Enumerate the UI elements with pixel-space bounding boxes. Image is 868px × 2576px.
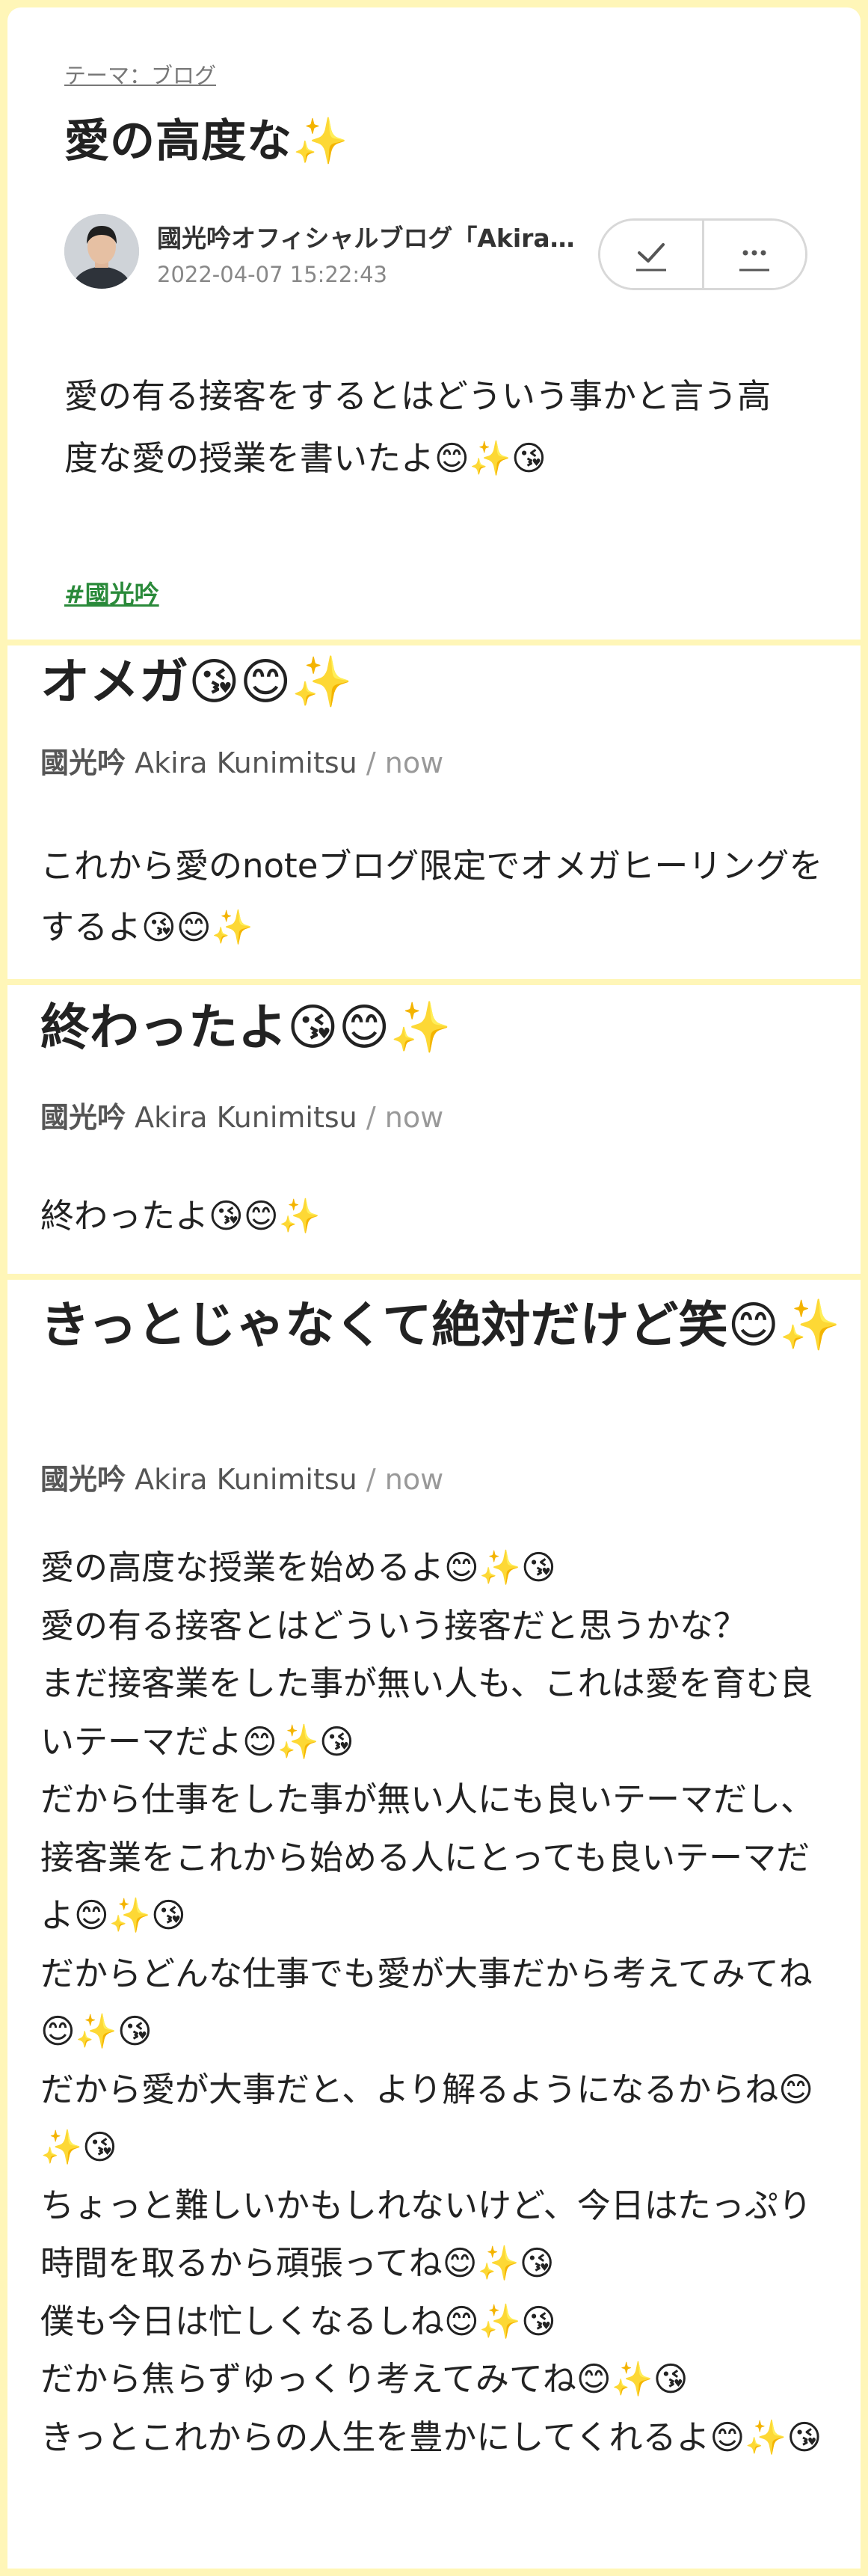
check-icon [635,243,666,272]
avatar-photo [64,214,139,289]
author-name-ja[interactable]: 國光吟 [40,746,126,779]
author-name-ja[interactable]: 國光吟 [40,1101,126,1134]
post-time: / now [366,1463,444,1496]
theme-link[interactable]: テーマ：ブログ [64,58,216,90]
note-title: オメガ😘😊✨ [40,653,353,711]
author-name-en[interactable]: Akira Kunimitsu [135,746,357,779]
reader-check-button[interactable] [600,221,702,288]
note-meta: 國光吟 Akira Kunimitsu / now [40,1456,443,1497]
note-body: これから愛のnoteブログ限定でオメガヒーリングをするよ😘😊✨ [40,846,823,947]
note-title: 終わったよ😘😊✨ [40,999,452,1056]
note-meta: 國光吟 Akira Kunimitsu / now [40,740,443,781]
note-post-card: 終わったよ😘😊✨ 國光吟 Akira Kunimitsu / now 終わったよ… [7,985,861,1274]
note-post-card: オメガ😘😊✨ 國光吟 Akira Kunimitsu / now これから愛のn… [7,645,861,979]
post-time: / now [366,1101,444,1134]
note-post-card: きっとじゃなくて絶対だけど笑😊✨ 國光吟 Akira Kunimitsu / n… [7,1280,861,2569]
page: テーマ：ブログ 愛の高度な✨ 國光吟オフィシャルブログ「Akira… 2022-… [0,0,868,2576]
note-body: 終わったよ😘😊✨ [40,1196,321,1236]
hashtag-link[interactable]: #國光吟 [64,574,159,610]
entry-title: 愛の高度な✨ [64,115,349,168]
entry-actions [598,218,807,290]
author-name-en[interactable]: Akira Kunimitsu [135,1463,357,1496]
note-body: 愛の高度な授業を始めるよ😊✨😘 愛の有る接客とはどういう接客だと思うかな？ まだ… [40,1548,822,2457]
author-name[interactable]: 國光吟オフィシャルブログ「Akira… [157,218,575,254]
more-icon [739,250,770,272]
author-name-en[interactable]: Akira Kunimitsu [135,1101,357,1134]
blog-entry-card: テーマ：ブログ 愛の高度な✨ 國光吟オフィシャルブログ「Akira… 2022-… [7,7,861,640]
entry-body: 愛の有る接客をするとはどういう事かと言う高度な愛の授業を書いたよ😊✨😘 [64,376,772,478]
note-title: きっとじゃなくて絶対だけど笑😊✨ [40,1296,841,1354]
post-date: 2022-04-07 15:22:43 [157,262,387,287]
author-name-ja[interactable]: 國光吟 [40,1463,126,1496]
more-button[interactable] [701,221,805,288]
post-time: / now [366,746,444,779]
author-avatar[interactable] [64,214,139,289]
note-meta: 國光吟 Akira Kunimitsu / now [40,1094,443,1135]
